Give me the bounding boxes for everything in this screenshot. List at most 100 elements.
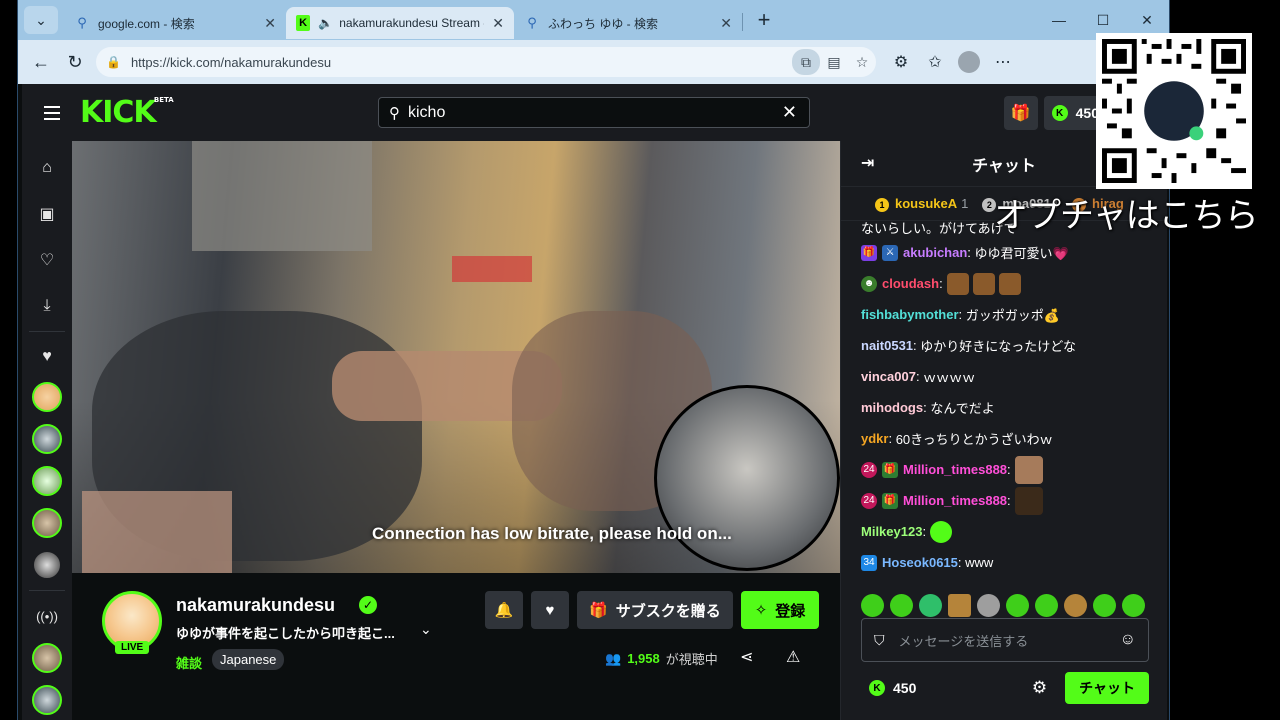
message-text: なんでだよ [930,401,995,416]
new-tab-button[interactable]: + [749,5,779,35]
recommended-channel-avatar[interactable] [32,643,62,673]
favorite-star-icon[interactable]: ☆ [848,49,876,75]
rank-badge: 1 [875,197,889,212]
url-field[interactable]: 🔒 https://kick.com/nakamurakundesu ⧉ ▤ ☆ [96,47,876,77]
verified-badge-icon: ✓ [359,596,377,614]
download-icon[interactable]: ⤓ [32,291,62,321]
chat-username[interactable]: Milkey123 [861,524,922,539]
emote-icon[interactable] [977,594,1000,617]
followed-channel-avatar[interactable] [32,466,62,496]
chat-kicks-balance[interactable]: K 450 [869,680,916,696]
followed-channel-avatar[interactable] [32,424,62,454]
extension-icon[interactable]: ⧉ [792,49,820,75]
favorites-icon[interactable]: ✩ [918,45,952,79]
chat-username[interactable]: ydkr [861,431,888,446]
close-icon[interactable]: ✕ [256,15,276,32]
chat-message: 34 Hoseok0615: www [861,547,1167,578]
chat-username[interactable]: fishbabymother [861,307,959,322]
chat-username[interactable]: mihodogs [861,400,923,415]
chat-username[interactable]: Hoseok0615 [882,555,958,570]
chat-send-button[interactable]: チャット [1065,672,1149,704]
stream-category[interactable]: 雑談 [176,653,202,672]
gift-button[interactable]: 🎁 [1003,96,1038,130]
close-icon[interactable]: ✕ [712,15,732,32]
viewer-label: が視聴中 [665,652,718,667]
search-input[interactable]: ⚲ kicho ✕ [378,97,810,128]
tab-actions-menu[interactable]: ⌄ [24,6,58,34]
emote-icon[interactable] [948,594,971,617]
emote-icon[interactable] [890,594,913,617]
message-text: ｗｗｗｗ [923,370,976,385]
report-icon[interactable]: ⚠ [786,647,800,667]
sidebar-divider [29,590,65,591]
share-icon[interactable]: ⋖ [740,647,753,667]
chat-settings-gear-icon[interactable]: ⚙ [1032,678,1047,698]
chat-username[interactable]: Million_times888 [903,462,1007,477]
followed-channel-avatar[interactable] [32,382,62,412]
following-icon[interactable]: ♥ [32,342,62,372]
following-heart-icon[interactable]: ♡ [32,245,62,275]
emote-icon[interactable] [919,594,942,617]
emote-icon[interactable] [1006,594,1029,617]
tab-divider [742,13,743,31]
streamer-name[interactable]: nakamurakundesu [176,595,335,616]
collapse-chat-icon[interactable]: ⇥ [861,153,874,173]
clear-search-icon[interactable]: ✕ [782,102,797,123]
emote-icon[interactable] [1093,594,1116,617]
chat-username[interactable]: vinca007 [861,369,916,384]
emote-icon[interactable] [1035,594,1058,617]
browse-icon[interactable]: ▣ [32,199,62,229]
recommended-channel-avatar[interactable] [32,685,62,715]
chat-message-input[interactable]: ⛉ メッセージを送信する ☺ [861,618,1149,662]
minimize-button[interactable]: — [1037,0,1081,40]
emote-icon [972,272,995,295]
reader-mode-icon[interactable]: ▤ [820,49,848,75]
emote-icon[interactable] [861,594,884,617]
emote-icon[interactable] [1122,594,1145,617]
chat-title: チャット [972,157,1036,175]
chat-message: 24 🎁 Million_times888: [861,485,1167,516]
tab-fuwacchi[interactable]: ⚲ ふわっち ゆゆ - 検索 ✕ [514,7,742,39]
refresh-button[interactable]: ↻ [58,45,92,79]
expand-title-chevron-icon[interactable]: ⌄ [420,621,432,638]
address-bar-row: ← ↻ 🔒 https://kick.com/nakamurakundesu ⧉… [18,40,1169,84]
search-icon: ⚲ [527,15,537,30]
low-bitrate-message: Connection has low bitrate, please hold … [372,524,732,543]
extensions-icon[interactable]: ⚙ [884,45,918,79]
gift-icon: 🎁 [1010,105,1031,122]
more-menu-icon[interactable]: ⋯ [986,45,1020,79]
close-icon[interactable]: ✕ [484,15,504,32]
lock-icon[interactable]: 🔒 [106,55,121,69]
back-button[interactable]: ← [24,45,58,79]
language-tag[interactable]: Japanese [212,649,285,670]
shield-icon[interactable]: ⛉ [874,632,885,649]
tab-google[interactable]: ⚲ google.com - 検索 ✕ [64,7,286,39]
subscribe-button[interactable]: ✧ 登録 [740,591,820,629]
subscribe-label: 登録 [775,602,806,620]
gift-sub-button[interactable]: 🎁 サブスクを贈る [577,591,733,629]
hamburger-menu-icon[interactable] [32,93,72,133]
emoji-picker-icon[interactable]: ☺ [1120,631,1136,649]
live-broadcast-icon[interactable]: ((•)) [32,601,62,631]
kick-logo[interactable]: KICK BETA [80,96,174,128]
followed-channel-avatar[interactable] [32,550,62,580]
tab-title: ふわっち ゆゆ - 検索 [548,16,658,31]
home-icon[interactable]: ⌂ [32,153,62,183]
profile-avatar[interactable] [952,45,986,79]
speaker-icon[interactable]: 🔈 [318,16,333,30]
notification-bell-button[interactable]: 🔔 [485,591,523,629]
chat-username[interactable]: Million_times888 [903,493,1007,508]
tab-kick[interactable]: K 🔈 nakamurakundesu Stream - W ✕ [286,7,514,39]
sparkle-icon: ✧ [754,602,768,619]
chat-username[interactable]: nait0531 [861,338,913,353]
sub-months-badge-icon: 24 [861,461,877,478]
chat-message: Milkey123: [861,516,1167,547]
chat-username[interactable]: akubichan [903,245,967,260]
leaderboard-entry[interactable]: 1 kousukeA 1 [875,196,968,212]
follow-heart-button[interactable]: ♥ [531,591,569,629]
chat-messages: ないらしい。がけてあげて 🎁 ⚔ akubichan: ゆゆ君可愛い💗 ☻ cl… [841,217,1167,578]
video-player[interactable]: Connection has low bitrate, please hold … [72,141,840,573]
chat-username[interactable]: cloudash [882,276,939,291]
emote-icon[interactable] [1064,594,1087,617]
followed-channel-avatar[interactable] [32,508,62,538]
